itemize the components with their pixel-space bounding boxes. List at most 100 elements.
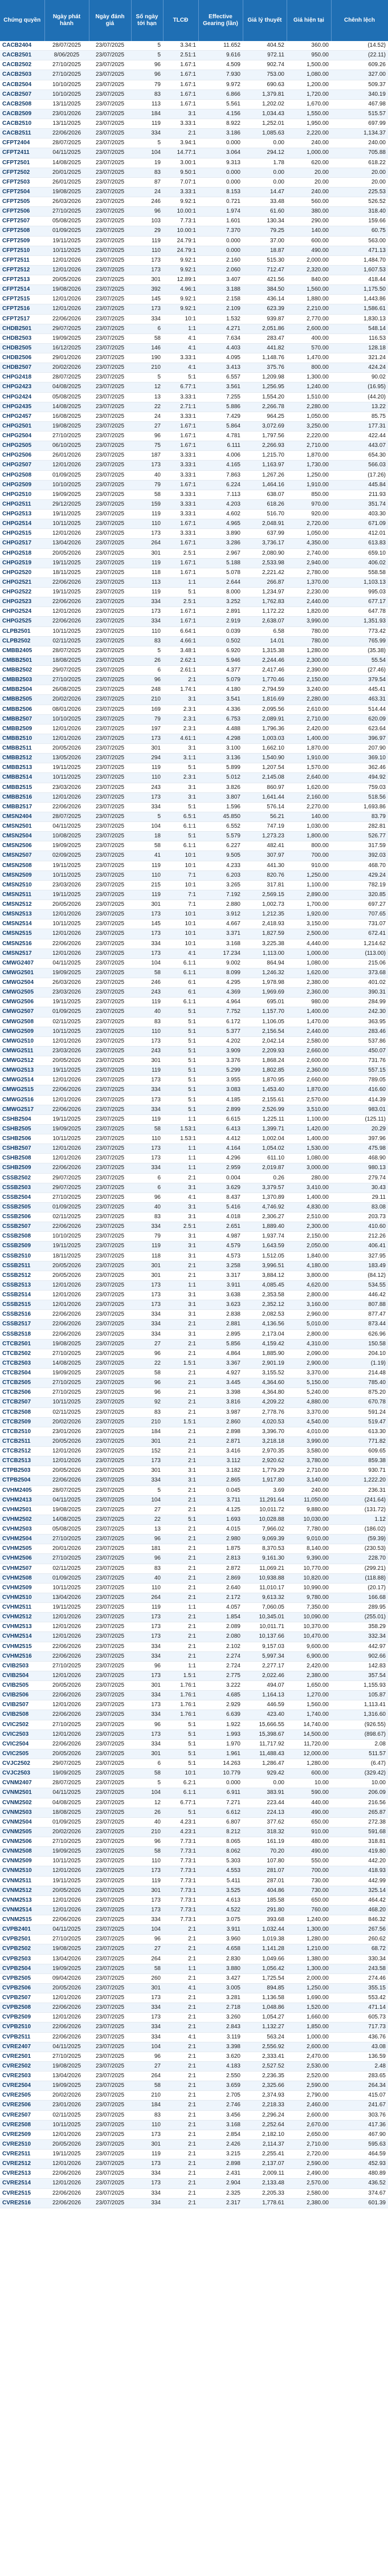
table-row[interactable]: CMSN2508 19/11/2025 23/07/2025 119 10:1 4.233… [0,861,388,871]
table-row[interactable]: CVRE2506 23/01/2026 23/07/2025 184 2:1 2.746 2… [0,2100,388,2111]
table-row[interactable]: CVIB2506 22/06/2026 23/07/2025 334 1.76:1 4.6… [0,1690,388,1701]
table-row[interactable]: CFPT2505 26/03/2026 23/07/2025 246 9.92:1 0.7… [0,197,388,207]
table-row[interactable]: CVNM2511 19/11/2025 23/07/2025 119 7.73:1 5.4… [0,1876,388,1886]
table-row[interactable]: CMBB2513 19/11/2025 23/07/2025 119 5:1 5.899 1… [0,763,388,774]
table-row[interactable]: CTCB2504 19/09/2025 23/07/2025 58 2:1 4.927 3,… [0,1368,388,1379]
table-row[interactable]: CSSB2510 18/11/2025 23/07/2025 118 3:1 4.573 1… [0,1251,388,1261]
table-row[interactable]: CSHB2509 22/06/2026 23/07/2025 334 1:1 2.959 2… [0,1163,388,1174]
table-row[interactable]: CVRE2507 02/11/2025 23/07/2025 83 2:1 3.456 2,… [0,2110,388,2121]
table-row[interactable]: CVPB2502 19/08/2025 23/07/2025 27 2:1 4.658 1,… [0,1944,388,1955]
table-row[interactable]: CMBB2516 12/01/2026 23/07/2025 173 3:1 3.807 1… [0,792,388,803]
table-row[interactable]: CTPB2503 20/05/2026 23/07/2025 301 3:1 3.182 1… [0,1466,388,1476]
table-row[interactable]: CMSN2501 04/11/2025 23/07/2025 104 6.1:1 6.55… [0,821,388,832]
table-row[interactable]: CFPT2513 20/05/2026 23/07/2025 301 12.89:1 3.… [0,275,388,286]
table-row[interactable]: CFPT2509 19/11/2025 23/07/2025 119 24.79:1 0.… [0,236,388,246]
table-row[interactable]: CVPB2503 13/04/2026 23/07/2025 264 2:1 2.830 1… [0,1954,388,1964]
table-row[interactable]: CVRE2505 20/02/2026 23/07/2025 210 2:1 2.705 2… [0,2090,388,2101]
table-row[interactable]: CHPG2521 22/06/2026 23/07/2025 113 1:1 2.644 2… [0,577,388,588]
table-row[interactable]: CVHM2502 14/08/2025 23/07/2025 22 5:1 1.693 10… [0,1515,388,1525]
table-row[interactable]: CHPG2435 14/08/2025 23/07/2025 22 2.71:1 5.88… [0,402,388,412]
table-row[interactable]: CVHM2513 12/01/2026 23/07/2025 173 2:1 2.089 1… [0,1622,388,1633]
table-row[interactable]: CACB2503 27/10/2025 23/07/2025 96 1.67:1 7.93… [0,70,388,80]
table-row[interactable]: CVRE2512 12/01/2026 23/07/2025 173 2:1 2.898 2… [0,2159,388,2170]
table-row[interactable]: CMSN2516 22/06/2026 23/07/2025 334 10:1 3.168… [0,939,388,949]
table-row[interactable]: CSSB2505 01/09/2025 23/07/2025 40 3:1 5.416 4,… [0,1202,388,1213]
table-row[interactable]: CHPG2505 06/10/2025 23/07/2025 75 1.67:1 6.11… [0,441,388,451]
table-row[interactable]: CVIB2505 20/05/2026 23/07/2025 301 1.76:1 3.2… [0,1680,388,1691]
table-row[interactable]: CTCB2508 02/11/2025 23/07/2025 83 2:1 3.987 2,… [0,1407,388,1418]
table-row[interactable]: CVNM2504 01/09/2025 23/07/2025 40 4.23:1 6.80… [0,1817,388,1828]
table-row[interactable]: CVPB2504 19/09/2025 23/07/2025 58 1:1 3.880 1,… [0,1964,388,1974]
table-row[interactable]: CTCB2503 14/08/2025 23/07/2025 22 1.5:1 3.367… [0,1358,388,1369]
table-row[interactable]: CHPG2509 10/10/2025 23/07/2025 79 1.67:1 6.22… [0,480,388,490]
column-header-conversion-ratio[interactable]: TLCĐ [163,0,199,41]
table-row[interactable]: CMBB2506 08/01/2026 23/07/2025 169 2.3:1 4.33… [0,705,388,715]
table-row[interactable]: CSSB2509 19/11/2025 23/07/2025 119 3:1 4.579 1… [0,1241,388,1252]
table-row[interactable]: CMBB2503 27/10/2025 23/07/2025 96 2:1 5.079 1,… [0,675,388,686]
table-row[interactable]: CSSB2511 20/05/2026 23/07/2025 301 2:1 3.258 3… [0,1261,388,1271]
table-row[interactable]: CMSN2507 02/09/2025 23/07/2025 41 10:1 9.505 3… [0,850,388,861]
table-row[interactable]: CMWG2517 22/06/2026 23/07/2025 334 5:1 2.899 2… [0,1105,388,1115]
table-row[interactable]: CMWG2514 12/01/2026 23/07/2025 173 5:1 3.955 1… [0,1075,388,1086]
table-row[interactable]: CSSB2517 22/06/2026 23/07/2025 334 2:1 2.881 4… [0,1319,388,1330]
table-row[interactable]: CHPG2424 05/08/2025 23/07/2025 13 3.33:1 7.25… [0,392,388,402]
table-row[interactable]: CVHM2503 05/08/2025 23/07/2025 13 2:1 4.015 7,… [0,1524,388,1535]
table-row[interactable]: CVHM2516 22/06/2026 23/07/2025 334 2:1 2.274 5… [0,1651,388,1662]
table-row[interactable]: CMWG2504 26/03/2026 23/07/2025 246 6:1 4.295 1… [0,978,388,988]
table-row[interactable]: CSSB2502 29/07/2025 23/07/2025 6 2:1 0.004 0.2… [0,1173,388,1183]
table-row[interactable]: CMWG2516 12/01/2026 23/07/2025 173 5:1 4.185 2… [0,1095,388,1105]
table-row[interactable]: CSSB2507 22/06/2026 23/07/2025 334 2.5:1 2.65… [0,1222,388,1232]
table-row[interactable]: CHDB2507 20/02/2026 23/07/2025 210 4:1 3.413 3… [0,363,388,373]
table-row[interactable]: CLPB2502 02/11/2025 23/07/2025 83 4.66:1 0.50… [0,636,388,646]
table-row[interactable]: CSSB2512 20/05/2026 23/07/2025 301 2:1 3.317 3… [0,1271,388,1281]
table-row[interactable]: CVNM2512 20/05/2026 23/07/2025 301 7.73:1 3.5… [0,1886,388,1896]
table-row[interactable]: CMSN2511 19/11/2025 23/07/2025 119 7:1 7.192 2… [0,890,388,901]
table-row[interactable]: CMSN2515 12/01/2026 23/07/2025 173 10:1 3.371… [0,929,388,939]
table-row[interactable]: CVIB2507 12/01/2026 23/07/2025 173 1.76:1 2.9… [0,1700,388,1711]
table-row[interactable]: CFPT2404 28/07/2025 23/07/2025 5 3.94:1 0.000… [0,138,388,149]
column-header-current-price[interactable]: Giá hiện tại [287,0,332,41]
table-row[interactable]: CMBB2405 28/07/2025 23/07/2025 5 3.48:1 6.920… [0,646,388,656]
table-row[interactable]: CHPG2517 13/04/2026 23/07/2025 264 1.67:1 3.2… [0,538,388,549]
table-row[interactable]: CMBB2511 20/05/2026 23/07/2025 301 3:1 3.100 1… [0,743,388,754]
table-row[interactable]: CHPG2507 12/01/2026 23/07/2025 173 3.33:1 4.1… [0,460,388,471]
table-row[interactable]: CVRE2504 19/09/2025 23/07/2025 58 2:1 3.659 2,… [0,2081,388,2091]
table-row[interactable]: CVIB2504 12/01/2026 23/07/2025 173 1.5:1 2.77… [0,1671,388,1682]
table-row[interactable]: CMSN2513 12/01/2026 23/07/2025 173 10:1 3.912… [0,909,388,920]
table-row[interactable]: CMBB2509 12/01/2026 23/07/2025 197 2.3:1 4.48… [0,724,388,734]
table-row[interactable]: CMBB2502 29/07/2025 23/07/2025 6 2.61:1 4.377… [0,665,388,676]
column-header-days-to-maturity[interactable]: Số ngày tới hạn [131,0,164,41]
table-row[interactable]: CACB2404 28/07/2025 23/07/2025 5 3.34:1 11.65… [0,41,388,51]
table-row[interactable]: CSSB2514 12/01/2026 23/07/2025 173 3:1 3.638 2… [0,1290,388,1301]
table-row[interactable]: CLPB2501 10/11/2025 23/07/2025 110 6.64:1 0.0… [0,626,388,637]
table-row[interactable]: CMBB2510 12/01/2026 23/07/2025 173 4.61:1 4.2… [0,734,388,744]
table-row[interactable]: CMBB2517 22/06/2026 23/07/2025 334 5:1 1.596 5… [0,802,388,812]
table-row[interactable]: CACB2508 13/11/2025 23/07/2025 113 1.67:1 5.5… [0,99,388,109]
column-header-issue-date[interactable]: Ngày phát hành [44,0,89,41]
table-row[interactable]: CVHM2405 28/07/2025 23/07/2025 5 2:1 0.045 3.6… [0,1486,388,1496]
table-row[interactable]: CVHM2507 02/11/2025 23/07/2025 83 2:1 2.872 11… [0,1564,388,1574]
table-row[interactable]: CACB2504 10/10/2025 23/07/2025 79 1.67:1 9.97… [0,80,388,90]
table-row[interactable]: CSHB2507 12/01/2026 23/07/2025 173 1:1 4.164 1… [0,1143,388,1154]
table-row[interactable]: CVRE2503 13/04/2026 23/07/2025 264 2:1 2.550 2… [0,2071,388,2082]
table-row[interactable]: CHPG2518 20/05/2026 23/07/2025 301 2.5:1 2.96… [0,548,388,559]
table-row[interactable]: CVHM2509 10/11/2025 23/07/2025 110 2:1 2.640 1… [0,1583,388,1593]
table-row[interactable]: CMWG2505 23/03/2026 23/07/2025 243 6:1 4.369 1… [0,987,388,998]
table-row[interactable]: CVIB2503 27/10/2025 23/07/2025 96 1:1 2.724 2,… [0,1661,388,1671]
table-row[interactable]: CVHM2510 13/04/2026 23/07/2025 264 2:1 2.172 9… [0,1593,388,1604]
table-row[interactable]: CMSN2506 19/09/2025 23/07/2025 58 6.1:1 6.227… [0,841,388,852]
table-row[interactable]: CHPG2506 26/01/2026 23/07/2025 187 3.33:1 4.0… [0,450,388,461]
table-row[interactable]: CFPT2514 19/08/2026 23/07/2025 392 4.96:1 3.1… [0,284,388,295]
table-row[interactable]: CHDB2501 29/07/2025 23/07/2025 6 1:1 4.271 2,0… [0,324,388,334]
table-row[interactable]: CHPG2515 12/01/2026 23/07/2025 173 3.33:1 3.8… [0,528,388,539]
table-row[interactable]: CSSB2506 02/11/2025 23/07/2025 83 3:1 4.018 2,… [0,1212,388,1223]
table-row[interactable]: CMSN2504 10/08/2025 23/07/2025 18 5:1 5.579 1,… [0,831,388,842]
table-row[interactable]: CSSB2513 12/01/2026 23/07/2025 173 1:1 3.911 4… [0,1280,388,1291]
table-row[interactable]: CTCB2509 20/02/2026 23/07/2025 210 1.5:1 2.86… [0,1417,388,1427]
table-row[interactable]: CVPB2510 22/06/2026 23/07/2025 334 2:1 2.843 1… [0,2022,388,2033]
table-row[interactable]: CVRE2511 19/11/2025 23/07/2025 119 2:1 3.215 2… [0,2149,388,2160]
table-row[interactable]: CVNM2506 27/10/2025 23/07/2025 96 7.73:1 8.06… [0,1837,388,1847]
table-row[interactable]: CVNM2514 12/01/2026 23/07/2025 173 7.73:1 4.5… [0,1905,388,1916]
table-row[interactable]: CTCB2511 20/05/2026 23/07/2025 301 2:1 2.871 3… [0,1436,388,1447]
table-row[interactable]: CMBB2501 18/08/2025 23/07/2025 26 2.62:1 5.94… [0,656,388,666]
